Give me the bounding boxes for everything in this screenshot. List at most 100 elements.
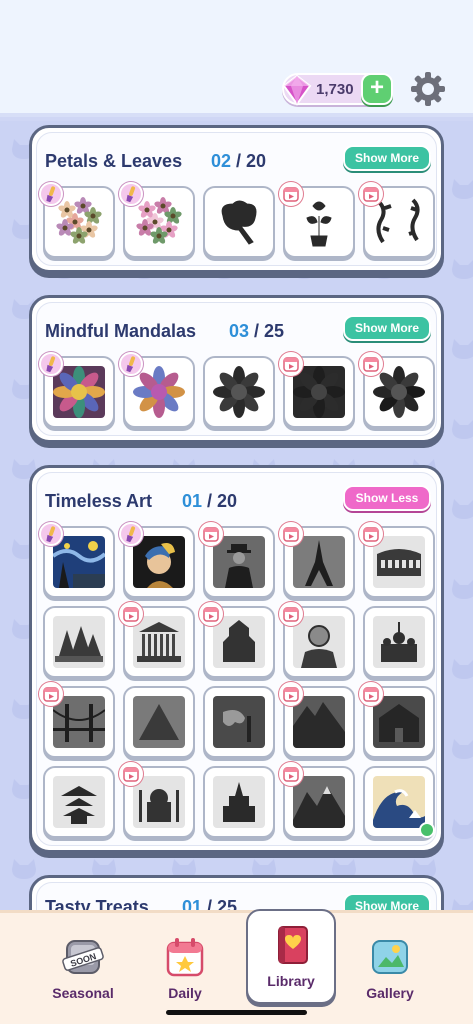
thumbnail-row: [39, 352, 435, 432]
artwork-thumbnail-pagoda[interactable]: [43, 766, 115, 838]
collection-progress: 01 / 20: [182, 491, 238, 511]
artwork-thumbnail-mandala-color-2[interactable]: [119, 352, 195, 428]
artwork-thumbnail-black-potted-plant[interactable]: [279, 182, 355, 258]
in-progress-badge: [119, 352, 143, 376]
show-more-button[interactable]: Show More: [343, 893, 431, 910]
collection-progress: 03 / 25: [229, 321, 285, 341]
artwork-thumbnail-eiffel-tower[interactable]: [279, 522, 355, 598]
ad-unlock-badge: [119, 762, 143, 786]
opera-house-image: [53, 616, 105, 668]
book-icon: [278, 926, 308, 964]
nav-daily[interactable]: Daily: [140, 923, 230, 1018]
ad-unlock-badge: [359, 352, 383, 376]
video-calendar-icon: [203, 527, 219, 542]
completed-check-icon: [419, 822, 435, 838]
artwork-thumbnail-asian-temple[interactable]: [199, 602, 275, 678]
melting-clocks-image: [213, 696, 265, 748]
pyramid-image: [133, 696, 185, 748]
soon-badge-icon: SOON: [62, 940, 104, 974]
video-calendar-icon: [283, 607, 299, 622]
video-calendar-icon: [283, 187, 299, 202]
top-header: 1,730 +: [0, 0, 473, 117]
ad-unlock-badge: [279, 762, 303, 786]
artwork-thumbnail-kremlin[interactable]: [363, 606, 435, 678]
artwork-thumbnail-taj-mahal[interactable]: [119, 762, 195, 838]
kremlin-image: [373, 616, 425, 668]
paintbrush-icon: [46, 356, 56, 373]
artwork-thumbnail-golden-gate-bridge[interactable]: [39, 682, 115, 758]
in-progress-badge: [119, 182, 143, 206]
artwork-thumbnail-great-wave[interactable]: [363, 766, 435, 838]
artwork-thumbnail-opera-house[interactable]: [43, 606, 115, 678]
collection-title: Petals & Leaves: [45, 151, 183, 171]
artwork-thumbnail-machu-picchu[interactable]: [279, 682, 355, 758]
video-calendar-icon: [283, 357, 299, 372]
paintbrush-icon: [46, 186, 56, 203]
video-calendar-icon: [363, 187, 379, 202]
video-calendar-icon: [283, 527, 299, 542]
video-calendar-icon: [283, 687, 299, 702]
paintbrush-icon: [126, 186, 136, 203]
video-calendar-icon: [123, 607, 139, 622]
ad-unlock-badge: [279, 352, 303, 376]
video-calendar-icon: [123, 767, 139, 782]
artwork-thumbnail-pyramid[interactable]: [123, 686, 195, 758]
gallery-icon: [372, 940, 408, 974]
add-gems-button[interactable]: +: [361, 73, 393, 105]
gem-icon: [282, 74, 312, 106]
show-more-button[interactable]: Show More: [343, 145, 431, 171]
ad-unlock-badge: [279, 522, 303, 546]
nav-label: Library: [267, 973, 315, 989]
artwork-thumbnail-colosseum[interactable]: [359, 522, 435, 598]
video-calendar-icon: [363, 357, 379, 372]
ad-unlock-badge: [359, 522, 383, 546]
black-tree-image: [213, 196, 265, 248]
pagoda-image: [53, 776, 105, 828]
gear-icon[interactable]: [410, 71, 446, 107]
artwork-thumbnail-mansion[interactable]: [359, 682, 435, 758]
paintbrush-icon: [126, 526, 136, 543]
artwork-thumbnail-greek-temple[interactable]: [119, 602, 195, 678]
nav-seasonal[interactable]: SOON Seasonal: [38, 923, 128, 1018]
gem-count: 1,730: [316, 81, 354, 98]
in-progress-badge: [39, 352, 63, 376]
artwork-thumbnail-black-tree[interactable]: [203, 186, 275, 258]
show-more-button[interactable]: Show More: [343, 315, 431, 341]
nav-library[interactable]: Library: [246, 909, 336, 1004]
collection-title: Timeless Art: [45, 491, 153, 511]
ad-unlock-badge: [199, 522, 223, 546]
artwork-thumbnail-portrait-man[interactable]: [279, 602, 355, 678]
ad-unlock-badge: [279, 602, 303, 626]
artwork-thumbnail-pearl-earring-girl[interactable]: [119, 522, 195, 598]
thumbnail-grid: [39, 522, 435, 842]
artwork-thumbnail-melting-clocks[interactable]: [203, 686, 275, 758]
artwork-thumbnail-castle[interactable]: [203, 766, 275, 838]
nav-gallery[interactable]: Gallery: [345, 923, 435, 1018]
collection-progress: 02 / 20: [211, 151, 267, 171]
artwork-thumbnail-mountains[interactable]: [279, 762, 355, 838]
nav-label: Seasonal: [52, 985, 114, 1001]
collection-title: Tasty Treats: [45, 897, 149, 910]
artwork-thumbnail-flower-bouquet-color[interactable]: [39, 182, 115, 258]
artwork-thumbnail-man-in-hat[interactable]: [199, 522, 275, 598]
paintbrush-icon: [126, 356, 136, 373]
artwork-thumbnail-black-vines[interactable]: [359, 182, 435, 258]
in-progress-badge: [119, 522, 143, 546]
mandala-black-1-image: [213, 366, 265, 418]
video-calendar-icon: [283, 767, 299, 782]
artwork-thumbnail-mandala-black-1[interactable]: [203, 356, 275, 428]
artwork-thumbnail-mandala-black-3[interactable]: [359, 352, 435, 428]
ad-unlock-badge: [359, 182, 383, 206]
artwork-thumbnail-starry-night[interactable]: [39, 522, 115, 598]
show-less-button[interactable]: Show Less: [343, 485, 431, 511]
in-progress-badge: [39, 182, 63, 206]
collection-card-tasty-treats: Tasty Treats 01 / 25 Show More: [29, 875, 444, 910]
calendar-icon: [166, 938, 204, 977]
artwork-thumbnail-mandala-black-2[interactable]: [279, 352, 355, 428]
nav-label: Gallery: [366, 985, 414, 1001]
bottom-nav: SOON Seasonal Daily Library Gallery: [0, 909, 473, 1024]
library-scroll-area[interactable]: Petals & Leaves 02 / 20 Show More Mindfu…: [0, 121, 473, 910]
artwork-thumbnail-flower-bouquet-pink[interactable]: [119, 182, 195, 258]
artwork-thumbnail-mandala-color-1[interactable]: [39, 352, 115, 428]
video-calendar-icon: [43, 687, 59, 702]
